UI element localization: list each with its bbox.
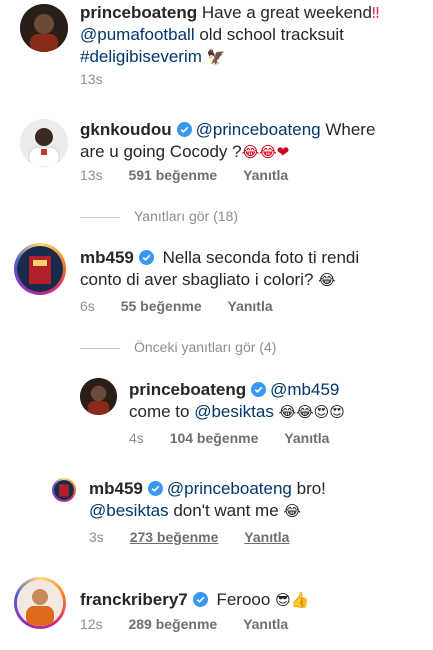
divider xyxy=(80,347,120,349)
comment-text: bro! xyxy=(291,479,326,498)
timestamp: 4s xyxy=(129,430,144,446)
likes-count[interactable]: 104 beğenme xyxy=(170,430,259,446)
username[interactable]: princeboateng xyxy=(129,380,246,399)
verified-badge-icon xyxy=(251,382,267,397)
username[interactable]: mb459 xyxy=(80,248,134,267)
avatar[interactable] xyxy=(80,378,117,415)
comment-meta: 13s 591 beğenme Yanıtla xyxy=(80,167,310,183)
story-avatar[interactable] xyxy=(14,577,66,629)
avatar-photo-icon xyxy=(80,378,117,415)
comment-meta: 6s 55 beğenme Yanıtla xyxy=(80,298,295,314)
likes-count[interactable]: 289 beğenme xyxy=(128,616,217,632)
comment-text: Where xyxy=(320,120,376,139)
comment-meta: 3s 273 beğenme Yanıtla xyxy=(89,529,311,545)
laughing-emoji: 😂 xyxy=(283,502,301,520)
verified-badge-icon xyxy=(147,481,163,496)
comment-text: don't want me xyxy=(168,501,279,520)
comment-meta: 4s 104 beğenme Yanıtla xyxy=(129,430,351,446)
avatar[interactable] xyxy=(20,119,68,167)
hashtag-link[interactable]: #deligibiseverim xyxy=(80,47,202,66)
timestamp: 3s xyxy=(89,529,104,545)
username[interactable]: mb459 xyxy=(89,479,143,498)
comment-body: mb459 Nella seconda foto ti rendi conto … xyxy=(80,247,420,291)
reply-button[interactable]: Yanıtla xyxy=(228,298,273,314)
story-avatar[interactable] xyxy=(14,243,66,295)
avatar-photo-icon xyxy=(54,480,74,500)
likes-count[interactable]: 591 beğenme xyxy=(128,167,217,183)
story-avatar[interactable] xyxy=(52,478,76,502)
timestamp: 12s xyxy=(80,616,103,632)
comment-text: come to xyxy=(129,402,195,421)
view-replies-label: Önceki yanıtları gör (4) xyxy=(134,339,277,355)
reply-button[interactable]: Yanıtla xyxy=(243,167,288,183)
reply-button[interactable]: Yanıtla xyxy=(243,616,288,632)
verified-badge-icon xyxy=(138,250,154,265)
mention-link[interactable]: @mb459 xyxy=(270,380,339,399)
comment-text: are u going Cocody ? xyxy=(80,142,242,161)
reply-button[interactable]: Yanıtla xyxy=(284,430,329,446)
sunglasses-thumbs-up-emoji: 😎👍 xyxy=(275,591,310,609)
view-previous-replies-button[interactable]: Önceki yanıtları gör (4) xyxy=(80,339,276,355)
eagle-emoji: 🦅 xyxy=(206,48,226,66)
mention-link[interactable]: @besiktas xyxy=(89,501,169,520)
comment-body: gknkoudou @princeboateng Where are u goin… xyxy=(80,119,420,163)
likes-count[interactable]: 55 beğenme xyxy=(121,298,202,314)
verified-badge-icon xyxy=(192,592,208,607)
username[interactable]: princeboateng xyxy=(80,3,197,22)
comment-meta: 12s 289 beğenme Yanıtla xyxy=(80,616,310,632)
avatar-photo-icon xyxy=(20,119,68,167)
mention-link[interactable]: @princeboateng xyxy=(167,479,292,498)
view-replies-button[interactable]: Yanıtları gör (18) xyxy=(80,208,238,224)
comment-text: old school tracksuit xyxy=(194,25,344,44)
timestamp: 6s xyxy=(80,298,95,314)
mention-link[interactable]: @princeboateng xyxy=(196,120,321,139)
timestamp: 13s xyxy=(80,71,103,87)
comment-text: Nella seconda foto ti rendi xyxy=(157,248,360,267)
username[interactable]: gknkoudou xyxy=(80,120,172,139)
timestamp: 13s xyxy=(80,167,103,183)
comment-text: Ferooo xyxy=(211,590,271,609)
comment-body: princeboateng @mb459 come to @besiktas 😂😂… xyxy=(129,379,419,423)
mention-link[interactable]: @pumafootball xyxy=(80,25,195,44)
avatar-photo-icon xyxy=(20,4,68,52)
comment-body: franckribery7 Ferooo 😎👍 xyxy=(80,589,420,611)
comment-text: Have a great weekend xyxy=(197,3,372,22)
view-replies-label: Yanıtları gör (18) xyxy=(134,208,239,224)
reply-button[interactable]: Yanıtla xyxy=(244,529,289,545)
mention-link[interactable]: @besiktas xyxy=(194,402,274,421)
verified-badge-icon xyxy=(176,122,192,137)
comment-body: mb459 @princeboateng bro! @besiktas don't… xyxy=(89,478,419,522)
avatar-photo-icon xyxy=(17,246,63,292)
username[interactable]: franckribery7 xyxy=(80,590,188,609)
avatar-photo-icon xyxy=(17,580,63,626)
comment-meta: 13s xyxy=(80,71,125,87)
avatar[interactable] xyxy=(20,4,68,52)
laughing-emoji: 😂 xyxy=(318,271,336,289)
comment-body: princeboateng Have a great weekend‼ @pum… xyxy=(80,2,420,68)
laughing-heart-eyes-emoji: 😂😂😍😍 xyxy=(278,403,345,421)
double-exclamation-emoji: ‼ xyxy=(371,4,380,22)
likes-count[interactable]: 273 beğenme xyxy=(130,529,219,545)
comment-text: conto di aver sbagliato i colori? xyxy=(80,270,314,289)
laughing-heart-emoji: 😂😂❤ xyxy=(241,143,290,161)
divider xyxy=(80,216,120,218)
